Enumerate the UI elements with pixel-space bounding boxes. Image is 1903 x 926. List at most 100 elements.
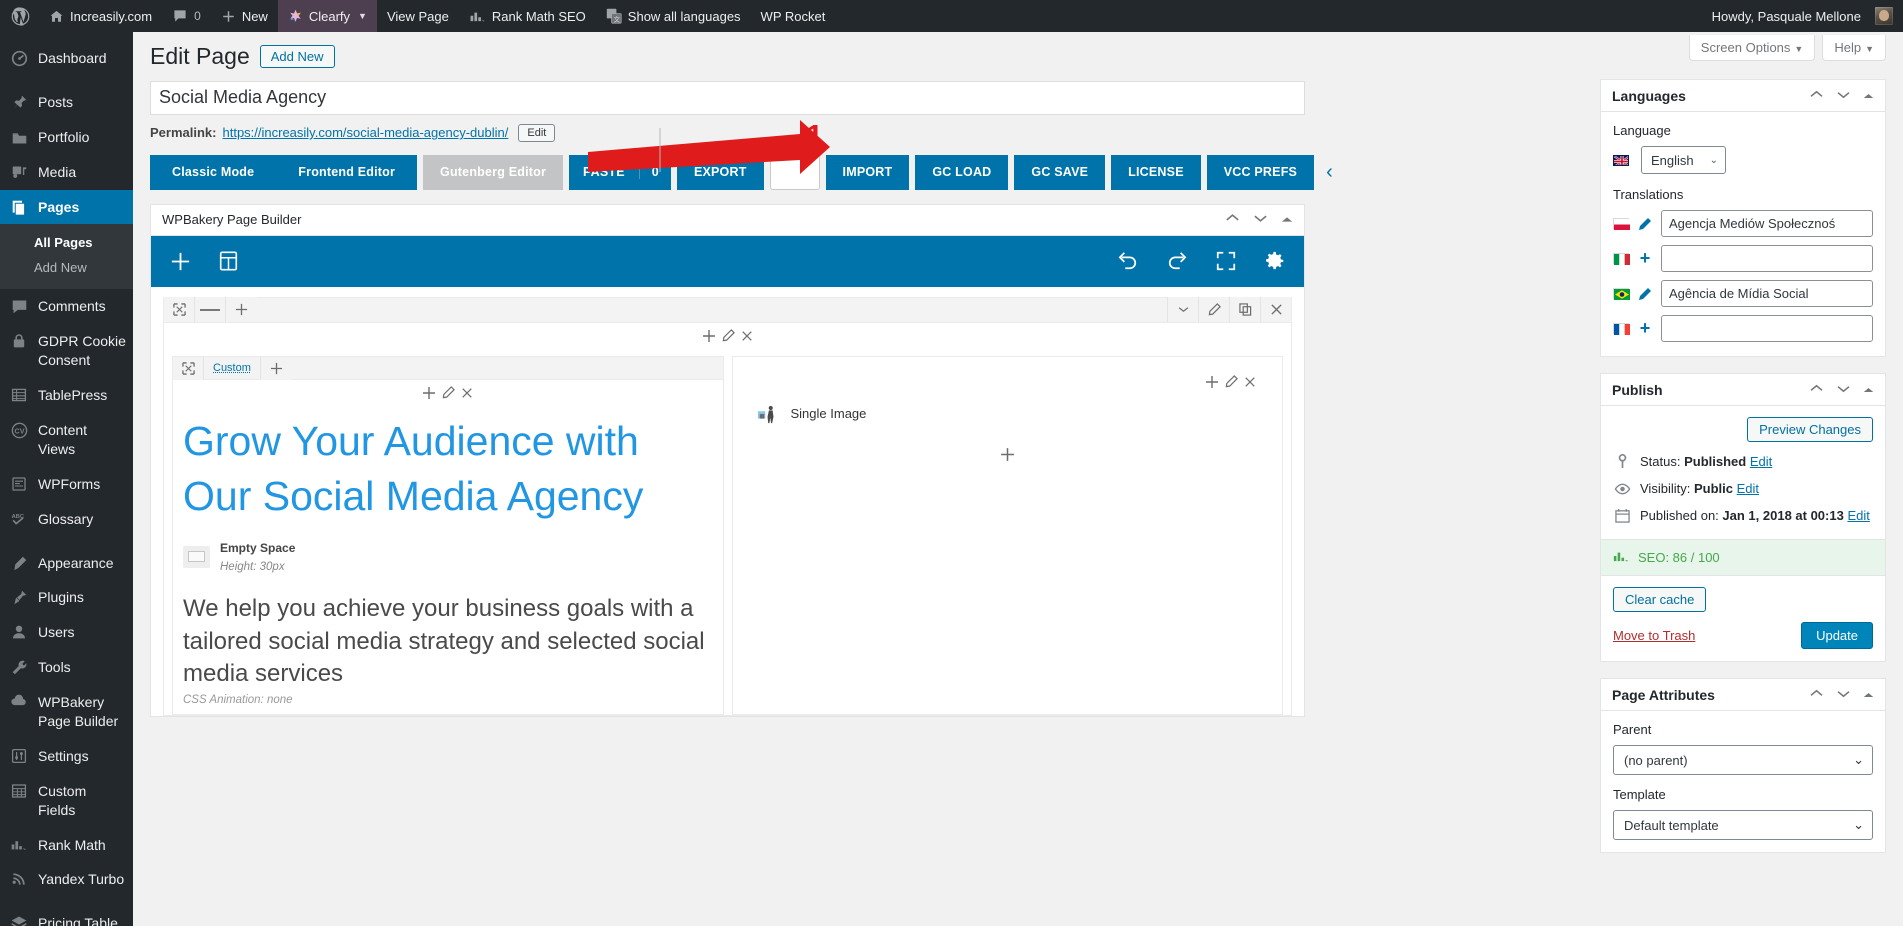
wordpress-logo-menu[interactable] (0, 0, 39, 32)
template-select[interactable]: Default template ⌄ (1613, 810, 1873, 840)
sidebar-item-wpforms[interactable]: WPForms (0, 467, 133, 502)
sidebar-item-settings[interactable]: Settings (0, 739, 133, 774)
classic-mode-button[interactable]: Classic Mode (150, 154, 277, 190)
delete-element-icon[interactable] (1244, 375, 1256, 391)
move-up-icon[interactable] (1809, 87, 1824, 105)
sidebar-item-wpbakery-page-builder[interactable]: WPBakery Page Builder (0, 685, 133, 739)
export-button[interactable]: EXPORT (676, 154, 764, 190)
move-down-icon[interactable] (1253, 212, 1268, 227)
move-down-icon[interactable] (1836, 686, 1851, 704)
move-to-trash-link[interactable]: Move to Trash (1613, 628, 1695, 643)
edit-permalink-button[interactable]: Edit (518, 123, 556, 142)
toggle-panel-icon[interactable] (1863, 87, 1874, 105)
sidebar-item-tools[interactable]: Tools (0, 650, 133, 685)
visibility-edit-link[interactable]: Edit (1737, 481, 1759, 496)
add-element-icon[interactable] (1205, 375, 1219, 392)
column-tag-custom[interactable]: Custom (204, 356, 261, 379)
sidebar-item-rank-math[interactable]: Rank Math (0, 828, 133, 863)
column-add-icon[interactable] (260, 356, 292, 380)
sidebar-item-content-views[interactable]: CV Content Views (0, 413, 133, 467)
status-edit-link[interactable]: Edit (1750, 454, 1772, 469)
comments-bubble[interactable]: 0 (162, 0, 211, 32)
delete-element-icon[interactable] (741, 329, 753, 345)
permalink-url-link[interactable]: https://increasily.com/social-media-agen… (222, 125, 508, 140)
column-add-element-icon[interactable] (733, 425, 1283, 471)
translation-input-it[interactable] (1661, 245, 1873, 272)
sidebar-item-users[interactable]: Users (0, 615, 133, 650)
add-translation-plus-icon[interactable]: + (1638, 248, 1652, 269)
translation-input-pl[interactable]: Agencja Mediów Społecznoś (1661, 210, 1873, 237)
translation-input-fr[interactable] (1661, 315, 1873, 342)
view-page-link[interactable]: View Page (377, 0, 459, 32)
update-button[interactable]: Update (1801, 622, 1873, 649)
sidebar-item-plugins[interactable]: Plugins (0, 580, 133, 615)
sidebar-item-gdpr-cookie-consent[interactable]: GDPR Cookie Consent (0, 324, 133, 378)
edit-element-icon[interactable] (442, 386, 456, 402)
sidebar-item-portfolio[interactable]: Portfolio (0, 120, 133, 155)
clear-cache-button[interactable]: Clear cache (1613, 587, 1707, 612)
rank-math-seo-menu[interactable]: Rank Math SEO (459, 0, 596, 32)
row-drag-icon[interactable] (164, 297, 195, 323)
toggle-panel-icon[interactable] (1863, 381, 1874, 399)
sidebar-item-tablepress[interactable]: TablePress (0, 378, 133, 413)
row-clone-icon[interactable] (1229, 297, 1260, 323)
add-element-icon[interactable] (422, 386, 436, 403)
language-select[interactable]: English ⌄ (1641, 146, 1726, 174)
add-template-icon[interactable] (218, 250, 239, 272)
sidebar-subitem-add-new[interactable]: Add New (0, 255, 133, 280)
translation-input-br[interactable]: Agência de Mídia Social (1661, 280, 1873, 307)
vc-text-input[interactable] (769, 154, 820, 190)
row-layout-icon[interactable] (195, 297, 226, 323)
row-dropdown-icon[interactable] (1167, 297, 1198, 323)
import-button[interactable]: IMPORT (825, 154, 910, 190)
sidebar-item-comments[interactable]: Comments (0, 289, 133, 324)
gc-save-button[interactable]: GC SAVE (1014, 154, 1106, 190)
add-translation-plus-icon[interactable]: + (1638, 318, 1652, 339)
wp-rocket-menu[interactable]: WP Rocket (751, 0, 836, 32)
sidebar-item-glossary[interactable]: ABC Glossary (0, 502, 133, 537)
license-button[interactable]: LICENSE (1111, 154, 1201, 190)
toggle-panel-icon[interactable] (1863, 686, 1874, 704)
edit-element-icon[interactable] (1225, 375, 1238, 391)
edit-element-icon[interactable] (722, 329, 735, 345)
sidebar-item-media[interactable]: Media (0, 155, 133, 190)
parent-select[interactable]: (no parent) ⌄ (1613, 745, 1873, 775)
empty-space-element[interactable]: Empty Space Height: 30px (173, 525, 723, 576)
new-content-menu[interactable]: New (211, 0, 278, 32)
column-drag-icon[interactable] (173, 356, 204, 380)
undo-icon[interactable] (1117, 251, 1139, 271)
add-element-icon[interactable] (702, 329, 716, 346)
row-add-icon[interactable] (226, 297, 257, 323)
sidebar-subitem-all-pages[interactable]: All Pages (0, 230, 133, 255)
row-delete-icon[interactable] (1260, 297, 1291, 323)
vcc-prefs-button[interactable]: VCC PREFS (1206, 154, 1315, 190)
sidebar-item-appearance[interactable]: Appearance (0, 546, 133, 581)
gutenberg-editor-button[interactable]: Gutenberg Editor (423, 154, 564, 190)
frontend-editor-button[interactable]: Frontend Editor (276, 154, 418, 190)
add-element-icon[interactable] (169, 250, 192, 273)
redo-icon[interactable] (1166, 251, 1188, 271)
account-menu[interactable]: Howdy, Pasquale Mellone (1702, 0, 1903, 32)
move-up-icon[interactable] (1225, 212, 1240, 227)
sidebar-item-pricing-table-by-supsystic[interactable]: Pricing Table by Supsystic (0, 906, 133, 926)
toggle-panel-icon[interactable] (1281, 212, 1293, 227)
add-new-button[interactable]: Add New (259, 45, 335, 69)
chevron-left-icon[interactable]: ‹ (1320, 155, 1339, 190)
sidebar-item-dashboard[interactable]: Dashboard (0, 41, 133, 76)
fullscreen-icon[interactable] (1215, 250, 1237, 272)
sidebar-item-yandex-turbo[interactable]: Yandex Turbo (0, 862, 133, 897)
row-edit-icon[interactable] (1198, 297, 1229, 323)
show-all-languages-menu[interactable]: 文 Show all languages (596, 0, 751, 32)
edit-translation-pencil-icon[interactable] (1638, 287, 1652, 301)
move-down-icon[interactable] (1836, 381, 1851, 399)
move-up-icon[interactable] (1809, 686, 1824, 704)
edit-translation-pencil-icon[interactable] (1638, 217, 1652, 231)
single-image-element[interactable]: Single Image (733, 394, 1283, 425)
clearfy-menu[interactable]: Clearfy ▼ (277, 0, 377, 32)
delete-element-icon[interactable] (461, 386, 473, 402)
preview-changes-button[interactable]: Preview Changes (1747, 417, 1873, 442)
move-up-icon[interactable] (1809, 381, 1824, 399)
sidebar-item-custom-fields[interactable]: Custom Fields (0, 774, 133, 828)
sidebar-item-posts[interactable]: Posts (0, 85, 133, 120)
move-down-icon[interactable] (1836, 87, 1851, 105)
